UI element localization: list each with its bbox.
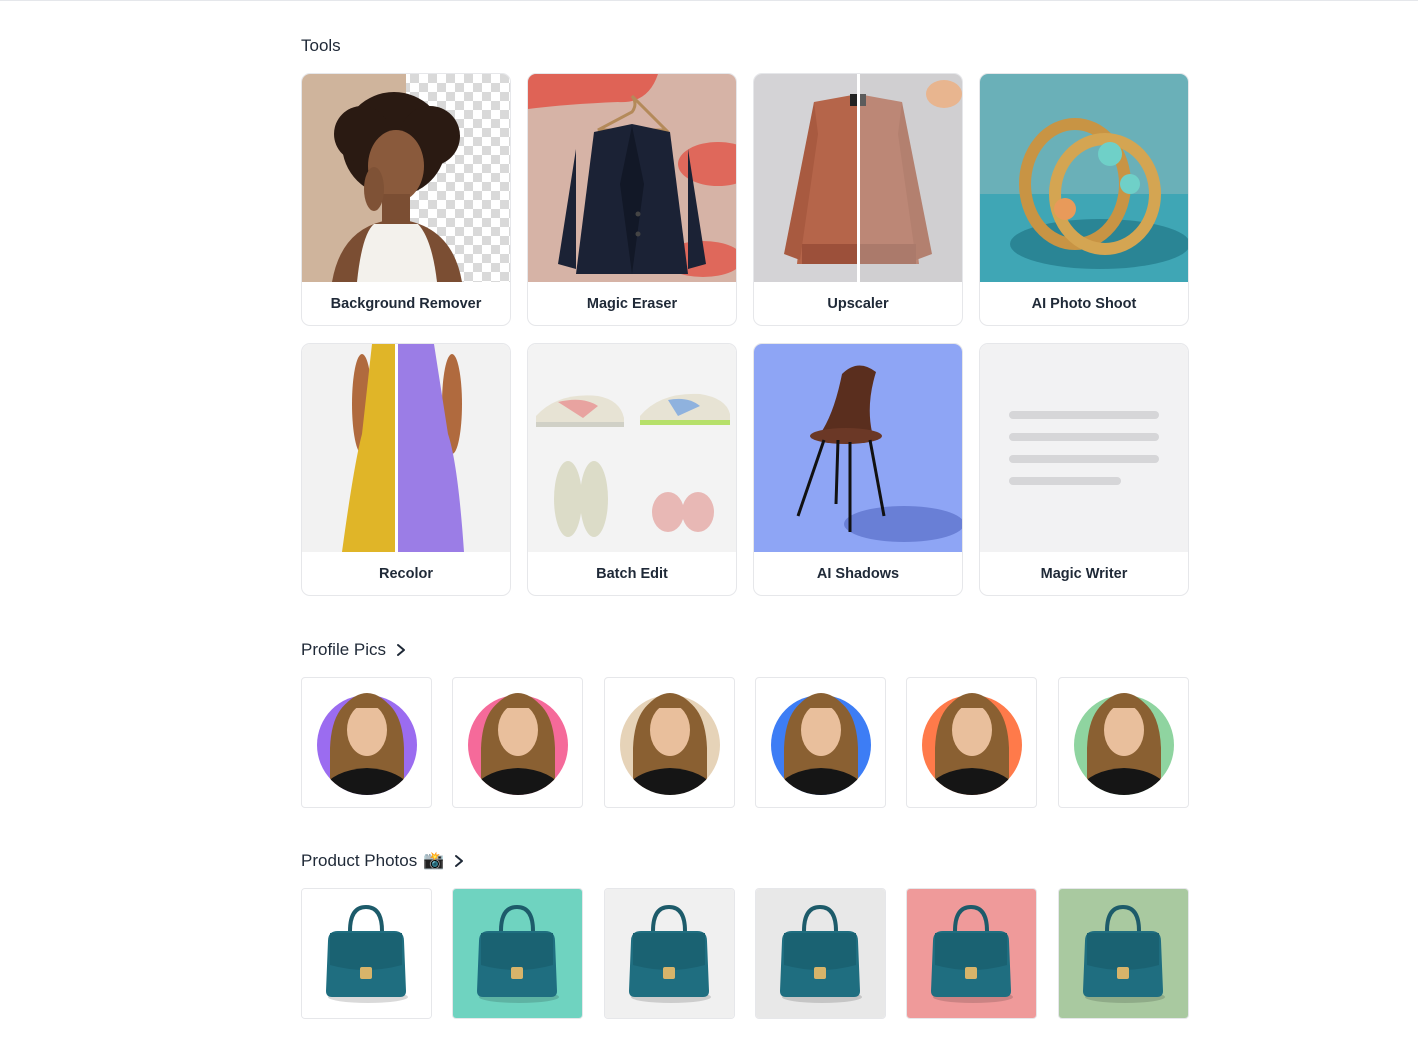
tools-section-title: Tools — [301, 36, 341, 56]
tool-label: AI Photo Shoot — [1031, 296, 1137, 312]
upscaler-thumbnail — [754, 74, 962, 282]
product-photo-thumbnail — [453, 889, 582, 1018]
profile-pic-thumbnail — [1074, 693, 1174, 795]
tool-label: Background Remover — [330, 296, 482, 312]
tool-label: AI Shadows — [816, 566, 900, 582]
profile-pics-title-text: Profile Pics — [301, 640, 387, 659]
tool-label: Batch Edit — [596, 566, 668, 582]
product-photo-thumbnail — [756, 889, 885, 1018]
profile-pic-tile[interactable] — [604, 677, 735, 808]
product-photo-tile[interactable] — [906, 888, 1037, 1019]
profile-pics-section-title[interactable]: Profile Pics — [301, 640, 408, 660]
product-photo-tile[interactable] — [604, 888, 735, 1019]
product-photos-section-title[interactable]: Product Photos 📸 — [301, 851, 466, 871]
product-photo-tile[interactable] — [1058, 888, 1189, 1019]
product-photo-thumbnail — [302, 889, 431, 1018]
tool-card-ai-shadows[interactable]: AI Shadows — [753, 343, 963, 596]
profile-pic-thumbnail — [771, 693, 871, 795]
tool-label: Recolor — [379, 566, 433, 582]
profile-pic-tile[interactable] — [301, 677, 432, 808]
profile-pic-tile[interactable] — [755, 677, 886, 808]
tool-label: Magic Writer — [1040, 566, 1128, 582]
tool-card-upscaler[interactable]: Upscaler — [753, 73, 963, 326]
product-photo-tile[interactable] — [452, 888, 583, 1019]
tool-label: Upscaler — [827, 296, 889, 312]
batch-edit-thumbnail — [528, 344, 736, 552]
profile-pic-tile[interactable] — [1058, 677, 1189, 808]
top-divider — [0, 0, 1418, 1]
product-photo-thumbnail — [907, 889, 1036, 1018]
chevron-right-icon[interactable] — [452, 854, 466, 868]
profile-pic-tile[interactable] — [906, 677, 1037, 808]
tool-card-recolor[interactable]: Recolor — [301, 343, 511, 596]
background-remover-thumbnail — [302, 74, 510, 282]
magic-eraser-thumbnail — [528, 74, 736, 282]
tool-card-magic-eraser[interactable]: Magic Eraser — [527, 73, 737, 326]
product-photo-thumbnail — [605, 889, 734, 1018]
product-photos-title-text: Product Photos — [301, 851, 418, 870]
tool-label: Magic Eraser — [586, 296, 678, 312]
tool-card-ai-photo-shoot[interactable]: AI Photo Shoot — [979, 73, 1189, 326]
profile-pic-thumbnail — [620, 693, 720, 795]
profile-pic-thumbnail — [922, 693, 1022, 795]
tool-card-batch-edit[interactable]: Batch Edit — [527, 343, 737, 596]
profile-pic-thumbnail — [468, 693, 568, 795]
product-photo-thumbnail — [1059, 889, 1188, 1018]
camera-flash-icon: 📸 — [423, 851, 445, 870]
magic-writer-thumbnail — [980, 344, 1188, 552]
ai-shadows-thumbnail — [754, 344, 962, 552]
profile-pic-thumbnail — [317, 693, 417, 795]
product-photo-tile[interactable] — [755, 888, 886, 1019]
tool-card-background-remover[interactable]: Background Remover — [301, 73, 511, 326]
tools-title-text: Tools — [301, 36, 341, 55]
profile-pic-tile[interactable] — [452, 677, 583, 808]
ai-photo-shoot-thumbnail — [980, 74, 1188, 282]
product-photo-tile[interactable] — [301, 888, 432, 1019]
tool-card-magic-writer[interactable]: Magic Writer — [979, 343, 1189, 596]
chevron-right-icon[interactable] — [394, 643, 408, 657]
recolor-thumbnail — [302, 344, 510, 552]
